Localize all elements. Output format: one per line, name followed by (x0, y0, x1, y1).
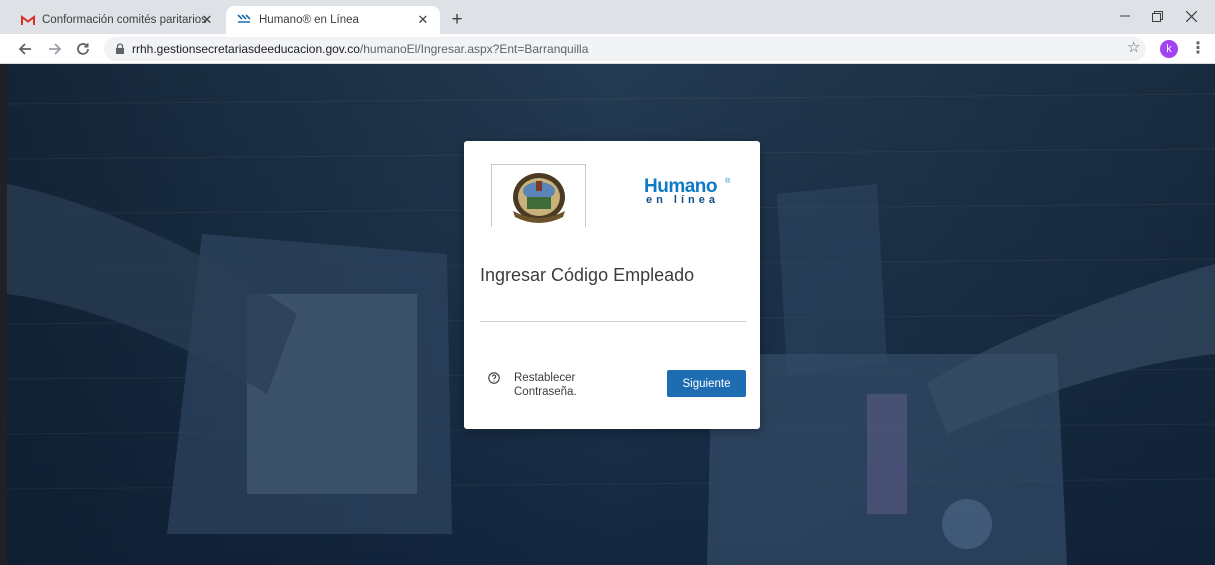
back-icon[interactable] (14, 38, 36, 60)
browser-toolbar: rrhh.gestionsecretariasdeeducacion.gov.c… (0, 34, 1215, 64)
help-circle-icon (488, 372, 500, 384)
reset-password-link[interactable]: Restablecer Contraseña. (488, 371, 609, 399)
restore-icon[interactable] (1142, 4, 1172, 28)
close-icon[interactable]: ✕ (414, 11, 432, 29)
page-title: Ingresar Código Empleado (480, 265, 695, 285)
barranquilla-crest (512, 173, 565, 223)
menu-icon[interactable]: ⋮ (1190, 38, 1206, 58)
new-tab-icon[interactable]: + (446, 9, 468, 31)
reset-password-label[interactable]: Restablecer Contraseña. (514, 371, 609, 399)
registered-mark-icon: ® (725, 178, 731, 185)
employee-code-input[interactable] (480, 301, 746, 321)
next-button[interactable]: Siguiente (667, 370, 746, 397)
url-host: rrhh.gestionsecretariasdeeducacion.gov.c… (132, 42, 360, 56)
tab-title: Conformación comités paritarios (42, 14, 207, 26)
lock-icon (116, 43, 124, 54)
minimize-icon[interactable] (1110, 4, 1140, 28)
url-text: rrhh.gestionsecretariasdeeducacion.gov.c… (132, 42, 588, 56)
login-card: Humano ® en línea Ingresar Código Emplea… (464, 141, 760, 429)
forward-icon[interactable] (44, 38, 66, 60)
entity-logo-frame (491, 164, 586, 227)
humano-favicon (237, 14, 251, 23)
close-icon[interactable]: ✕ (198, 11, 216, 29)
brand-sub: en línea (646, 194, 719, 206)
tab-title: Humano® en Línea (259, 14, 359, 26)
tab-humano[interactable]: Humano® en Línea ✕ (226, 6, 440, 34)
reload-icon[interactable] (72, 38, 94, 60)
tab-gmail[interactable]: Conformación comités paritarios ✕ (12, 6, 224, 34)
input-underline (480, 321, 746, 322)
window-close-icon[interactable] (1176, 4, 1206, 28)
tab-strip: Conformación comités paritarios ✕ Humano… (0, 0, 1215, 34)
humano-logo: Humano ® en línea (644, 176, 734, 206)
address-bar[interactable]: rrhh.gestionsecretariasdeeducacion.gov.c… (104, 37, 1146, 61)
profile-avatar[interactable]: k (1160, 40, 1178, 58)
star-icon[interactable]: ☆ (1127, 38, 1140, 56)
gmail-icon (20, 12, 36, 28)
url-path: /humanoEl/Ingresar.aspx?Ent=Barranquilla (359, 42, 589, 56)
